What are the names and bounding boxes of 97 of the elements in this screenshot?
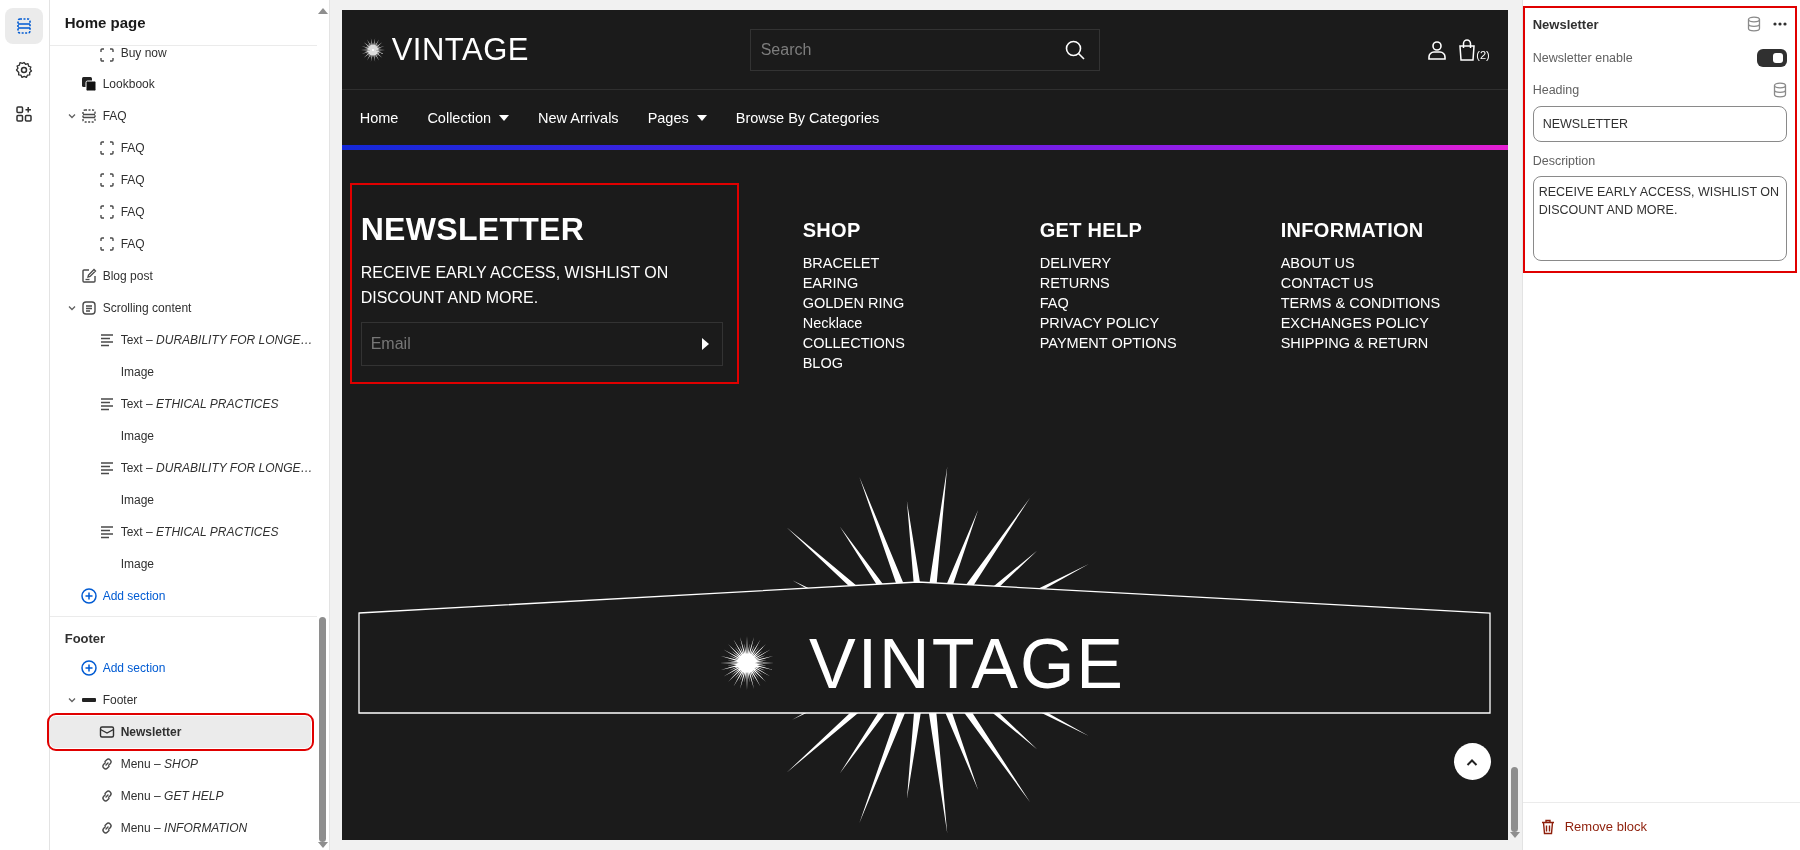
newsletter-description: RECEIVE EARLY ACCESS, WISHLIST ON DISCOUNT AND MORE. [360, 263, 670, 308]
more-icon[interactable] [1773, 22, 1787, 26]
block-title: Newsletter [1532, 16, 1600, 32]
trash-icon [1540, 818, 1555, 835]
tree-item[interactable]: Text – DURABILITY FOR LONGE… [49, 452, 311, 484]
tree-item[interactable]: FAQ [49, 100, 311, 132]
block-icon [97, 203, 116, 221]
scroll-up-icon[interactable] [317, 8, 328, 14]
footer-link[interactable]: BLOG [802, 353, 1040, 373]
scroll-down-icon[interactable] [1509, 832, 1520, 838]
apps-icon [15, 105, 34, 123]
remove-block-button[interactable]: Remove block [1540, 818, 1648, 835]
nav-link[interactable]: New Arrivals [538, 109, 619, 126]
submit-arrow-icon[interactable] [700, 338, 709, 350]
nav-link[interactable]: Browse By Categories [735, 109, 880, 126]
add-icon [79, 659, 98, 677]
cart-count: (2) [1476, 48, 1490, 61]
nav-link[interactable]: Pages [647, 109, 707, 126]
menu-heading: GET HELP [1039, 219, 1144, 242]
group-title: Footer [63, 630, 107, 648]
add-section-link[interactable]: Add section [49, 652, 311, 684]
user-icon[interactable] [1426, 38, 1449, 61]
tree-item[interactable]: Menu – INFORMATION [49, 812, 311, 844]
tree-item[interactable]: Menu – GET HELP [49, 780, 311, 812]
block-icon [97, 171, 116, 189]
toggle-switch[interactable] [1757, 49, 1787, 67]
footer-link[interactable]: EARING [802, 273, 1040, 293]
nav-link[interactable]: Home [359, 109, 399, 126]
scroll-to-top-button[interactable] [1453, 743, 1491, 780]
text-block-icon [79, 299, 98, 317]
footer-link[interactable]: TERMS & CONDITIONS [1280, 293, 1441, 313]
tree-item[interactable]: Blog post [49, 260, 311, 292]
tree-item[interactable]: FAQ [49, 132, 311, 164]
tree-item[interactable]: Image [49, 356, 311, 388]
logo-text: VINTAGE [391, 31, 529, 68]
chevron-icon[interactable] [66, 695, 77, 705]
footer-link[interactable]: SHIPPING & RETURN [1280, 333, 1441, 353]
search-field[interactable]: Search [749, 28, 1100, 71]
tree-item[interactable]: Buy now [49, 46, 311, 68]
caret-icon [1466, 757, 1479, 766]
setting-label: Description [1532, 154, 1597, 168]
footer-link[interactable]: DELIVERY [1039, 253, 1281, 273]
block-icon [97, 235, 116, 253]
newsletter-heading: NEWSLETTER [360, 211, 586, 248]
database-icon[interactable] [1773, 82, 1787, 98]
envelope-icon [97, 723, 116, 741]
footer-link[interactable]: Necklace [802, 313, 1040, 333]
footer-link[interactable]: PRIVACY POLICY [1039, 313, 1281, 333]
footer-link[interactable]: EXCHANGES POLICY [1280, 313, 1441, 333]
chevron-icon[interactable] [66, 111, 77, 121]
footer-link[interactable]: GOLDEN RING [802, 293, 1040, 313]
tree-item[interactable]: FAQ [49, 164, 311, 196]
footer-bar-icon [81, 698, 96, 702]
tree-item[interactable]: Text – ETHICAL PRACTICES [49, 388, 311, 420]
tree-item[interactable]: FAQ [49, 228, 311, 260]
chevron-icon[interactable] [66, 303, 77, 313]
settings-icon [15, 61, 34, 79]
block-icon [97, 46, 116, 64]
footer-link[interactable]: CONTACT US [1280, 273, 1441, 293]
bag-icon[interactable] [1458, 38, 1477, 61]
tree-item[interactable]: FAQ [49, 196, 311, 228]
search-icon[interactable] [1063, 38, 1086, 61]
tree-item[interactable]: Image [49, 420, 311, 452]
menu-heading: INFORMATION [1280, 219, 1425, 242]
section-icon [79, 107, 98, 125]
tree-item[interactable]: Image [49, 484, 311, 516]
tree-item[interactable]: Image [49, 548, 311, 580]
text-field[interactable]: NEWSLETTER [1532, 106, 1787, 142]
block-icon [97, 139, 116, 157]
edit-icon [79, 267, 98, 285]
tree-item[interactable]: Scrolling content [49, 292, 311, 324]
text-area[interactable]: RECEIVE EARLY ACCESS, WISHLIST ON DISCOUNT AND MORE. [1532, 176, 1787, 261]
stacked-squares-icon [79, 75, 98, 93]
add-section-link[interactable]: Add section [49, 580, 311, 612]
sections-icon [15, 17, 34, 35]
tree-item[interactable]: Newsletter [49, 716, 311, 748]
footer-link[interactable]: COLLECTIONS [802, 333, 1040, 353]
footer-link[interactable]: PAYMENT OPTIONS [1039, 333, 1281, 353]
setting-label: Heading [1532, 83, 1580, 97]
tree-item[interactable]: Lookbook [49, 68, 311, 100]
scroll-down-icon[interactable] [317, 842, 328, 848]
tree-item[interactable]: Menu – SHOP [49, 748, 311, 780]
tree-item[interactable]: Text – ETHICAL PRACTICES [49, 516, 311, 548]
menu-heading: SHOP [802, 219, 862, 242]
footer-link[interactable]: BRACELET [802, 253, 1040, 273]
footer-link[interactable]: RETURNS [1039, 273, 1281, 293]
logo-text: VINTAGE [808, 625, 1125, 703]
tree-item[interactable]: Footer [49, 684, 311, 716]
add-icon [79, 587, 98, 605]
footer-link[interactable]: FAQ [1039, 293, 1281, 313]
footer-link[interactable]: ABOUT US [1280, 253, 1441, 273]
setting-label: Newsletter enable [1532, 51, 1633, 65]
panel-title: Home page [64, 14, 146, 31]
nav-link[interactable]: Collection [427, 109, 510, 126]
email-field[interactable]: Email [360, 322, 723, 366]
database-icon[interactable] [1747, 16, 1761, 32]
tree-item[interactable]: Text – DURABILITY FOR LONGE… [49, 324, 311, 356]
